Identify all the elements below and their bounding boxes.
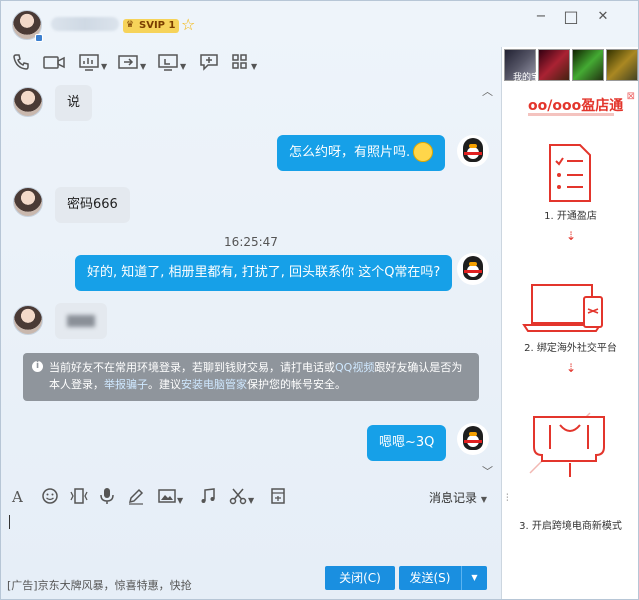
message-bubble: 密码666 [55, 187, 130, 223]
redacted-message-bubble [55, 303, 107, 339]
right-side-panel: 我的宝贝 ⊠ oo/ooo盈店通 1. 开通盈店 ⇣ 2. 绑定海外社交平台 ⇣… [501, 47, 638, 599]
step-2-label: 2. 绑定海外社交平台 [524, 343, 617, 354]
brand-logo: oo/ooo盈店通 [528, 98, 624, 114]
file-transfer-icon[interactable]: ▼ [118, 53, 146, 77]
text-cursor [9, 515, 10, 529]
video-call-icon[interactable] [43, 53, 65, 77]
message-timestamp: 16:25:47 [224, 235, 278, 249]
message-bubble-self: 嗯嗯~3Q [367, 425, 447, 461]
scroll-down-icon[interactable]: ﹀ [482, 463, 493, 477]
show-thumbnail[interactable]: 我的宝贝 [504, 49, 549, 83]
show-thumbnail[interactable] [538, 49, 570, 81]
vip-badge[interactable]: ♛ SVIP 1 [123, 19, 180, 33]
apps-grid-icon[interactable]: ▼ [231, 53, 257, 77]
advertisement-panel[interactable]: ⊠ oo/ooo盈店通 1. 开通盈店 ⇣ 2. 绑定海外社交平台 ⇣ 3. 开… [502, 89, 639, 559]
vip-label: SVIP 1 [139, 20, 176, 31]
message-bubble-self: 怎么约呀，有照片吗. [277, 135, 446, 171]
voice-icon[interactable] [99, 487, 115, 510]
music-icon[interactable] [199, 487, 217, 510]
friend-avatar[interactable] [13, 305, 43, 335]
message-text: 怎么约呀，有照片吗. [289, 145, 411, 160]
history-label: 消息记录 [429, 491, 478, 505]
chat-window: ♛ SVIP 1 ☆ − □ ✕ ▼ ▼ ▼ ▼ ︿ 说 怎么约呀，有照片吗. … [0, 0, 639, 600]
self-avatar[interactable] [457, 135, 489, 167]
install-pc-manager-link[interactable]: 安装电脑管家 [181, 378, 247, 391]
arrow-down-icon: ⇣ [566, 229, 577, 243]
font-icon[interactable]: A [12, 487, 23, 507]
red-packet-icon[interactable] [270, 487, 286, 510]
info-icon: i [32, 361, 43, 372]
contact-name-redacted [51, 17, 119, 31]
close-button[interactable]: 关闭(C) [325, 566, 395, 590]
emoji-icon[interactable] [41, 487, 59, 510]
screen-share-icon[interactable]: ▼ [79, 53, 107, 77]
message-bubble: 说 [55, 85, 93, 121]
step-1-label: 1. 开通盈店 [544, 211, 597, 222]
message-history-button[interactable]: 消息记录 ▼ [429, 489, 487, 506]
friend-avatar[interactable] [13, 87, 43, 117]
arrow-down-icon: ⇣ [566, 361, 577, 375]
notice-text: 。建议 [148, 378, 181, 391]
chat-history[interactable]: ︿ 说 怎么约呀，有照片吗. 密码666 16:25:47 好的, 知道了, 相… [3, 83, 499, 477]
message-icon[interactable] [199, 53, 219, 77]
call-toolbar: ▼ ▼ ▼ ▼ [1, 51, 501, 79]
notice-text: 当前好友不在常用环境登录，若聊到钱财交易，请打电话或 [49, 361, 335, 374]
minimize-button[interactable]: − [533, 9, 549, 25]
send-button[interactable]: 发送(S) [399, 566, 461, 590]
document-checklist-icon [549, 144, 591, 202]
title-bar: ♛ SVIP 1 ☆ − □ ✕ [1, 1, 639, 47]
show-thumbnail[interactable] [572, 49, 604, 81]
storefront-icon [529, 412, 605, 477]
qq-video-link[interactable]: QQ视频 [335, 361, 374, 374]
send-options-dropdown[interactable]: ▼ [461, 566, 487, 590]
laptop-phone-icon [522, 284, 603, 332]
maximize-button[interactable]: □ [563, 9, 579, 25]
security-notice: i 当前好友不在常用环境登录，若聊到钱财交易，请打电话或QQ视频跟好友确认是否为… [23, 353, 479, 401]
footer: [广告]京东大牌风暴，惊喜特惠，快抢 关闭(C) 发送(S) ▼ [1, 564, 501, 598]
notice-text: 保护您的帐号安全。 [247, 378, 346, 391]
show-thumbnail[interactable] [606, 49, 638, 81]
logo-underline [528, 113, 614, 116]
vibrate-icon[interactable] [68, 487, 90, 510]
self-avatar[interactable] [457, 253, 489, 285]
self-avatar[interactable] [457, 423, 489, 455]
surprised-emoji-icon [413, 141, 434, 162]
report-scam-link[interactable]: 举报骗子 [104, 378, 148, 391]
friend-avatar[interactable] [13, 187, 43, 217]
phone-icon[interactable] [12, 53, 30, 77]
image-icon[interactable]: ▼ [158, 487, 183, 511]
ad-link[interactable]: [广告]京东大牌风暴，惊喜特惠，快抢 [7, 577, 192, 593]
device-status-icon [35, 34, 43, 42]
screenshot-icon[interactable]: ▼ [229, 487, 254, 511]
scroll-up-icon[interactable]: ︿ [482, 83, 493, 99]
panel-toggle-icon[interactable]: ⫶ [506, 493, 509, 504]
message-input[interactable] [3, 511, 499, 561]
step-3-label: 3. 开启跨境电商新模式 [519, 521, 622, 532]
pen-icon[interactable] [127, 487, 145, 510]
remote-desktop-icon[interactable]: ▼ [158, 53, 186, 77]
star-icon[interactable]: ☆ [181, 15, 195, 34]
message-bubble-self: 好的, 知道了, 相册里都有, 打扰了, 回头联系你 这个Q常在吗? [75, 255, 453, 291]
crown-icon: ♛ [126, 20, 135, 30]
ad-close-icon[interactable]: ⊠ [627, 91, 635, 102]
close-window-button[interactable]: ✕ [595, 9, 611, 25]
input-toolbar: A ▼ ▼ [1, 485, 501, 509]
